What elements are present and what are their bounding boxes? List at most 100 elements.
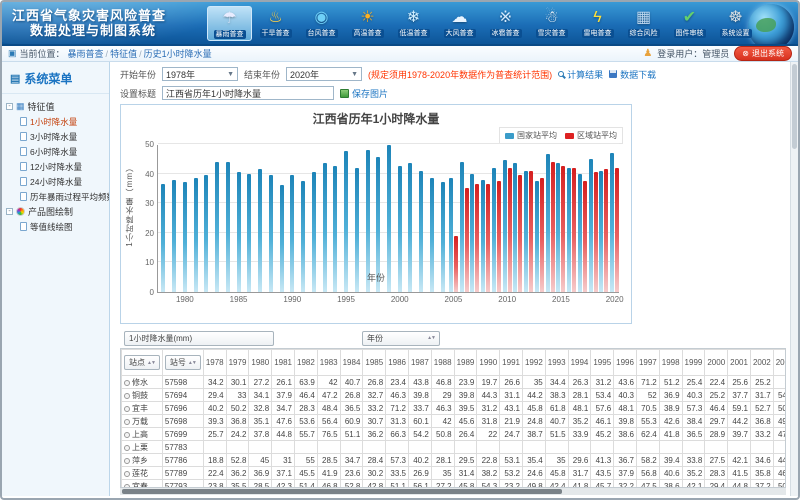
legend-item-regional[interactable]: 区域站平均 — [565, 130, 617, 141]
legend-item-national[interactable]: 国家站平均 — [505, 130, 557, 141]
year-column-header[interactable]: 2000 — [705, 350, 728, 376]
set-title-label: 设置标题 — [120, 87, 156, 100]
year-column-header[interactable]: 1983 — [317, 350, 340, 376]
year-column-header[interactable]: 1991 — [500, 350, 523, 376]
year-column-header[interactable]: 1993 — [545, 350, 568, 376]
year-column-header[interactable]: 1999 — [682, 350, 705, 376]
tree-item-24小时降水量[interactable]: 24小时降水量 — [6, 174, 109, 189]
nav-item-typhoon[interactable]: ◉台风普查 — [299, 6, 344, 41]
nav-item-hail[interactable]: ※冰雹普查 — [483, 6, 528, 41]
row-radio[interactable] — [124, 419, 130, 425]
value-cell: 38.2 — [477, 467, 500, 480]
table-row: 上栗57783 — [122, 441, 787, 454]
tree-item-12小时降水量[interactable]: 12小时降水量 — [6, 159, 109, 174]
horizontal-scrollbar-thumb[interactable] — [122, 489, 562, 494]
year-column-header[interactable]: 1996 — [614, 350, 637, 376]
row-radio[interactable] — [124, 406, 130, 412]
horizontal-scrollbar[interactable] — [120, 488, 786, 495]
x-tick-label: 1995 — [331, 295, 361, 304]
year-column-header[interactable]: 1990 — [477, 350, 500, 376]
vertical-scrollbar[interactable] — [790, 62, 798, 496]
nav-item-gale[interactable]: ☁大风普查 — [437, 6, 482, 41]
year-column-header[interactable]: 1995 — [591, 350, 614, 376]
chart-title-input[interactable] — [162, 86, 334, 100]
measure-selector[interactable]: 1小时降水量(mm) — [124, 331, 274, 346]
row-radio[interactable] — [124, 393, 130, 399]
grid-icon: ▦ — [16, 101, 25, 112]
year-column-header[interactable]: 1980 — [249, 350, 272, 376]
save-image-button[interactable]: 保存图片 — [340, 87, 388, 100]
station-sort-button[interactable]: 站点▲▼ — [124, 355, 160, 370]
year-column-header[interactable]: 1985 — [363, 350, 386, 376]
year-column-header[interactable]: 1988 — [431, 350, 454, 376]
year-column-header[interactable]: 1978 — [203, 350, 226, 376]
logout-button[interactable]: ⊗退出系统 — [734, 46, 792, 61]
value-cell: 27.5 — [705, 454, 728, 467]
year-column-header[interactable]: 1979 — [226, 350, 249, 376]
start-year-select[interactable]: 1978年▼ — [162, 67, 238, 81]
breadcrumb-item[interactable]: 暴雨普查 — [68, 49, 104, 59]
year-column-header[interactable]: 1981 — [272, 350, 295, 376]
value-cell: 54.2 — [408, 428, 431, 441]
tree-item-3小时降水量[interactable]: 3小时降水量 — [6, 129, 109, 144]
nav-item-composite-risk[interactable]: ▦综合风险 — [621, 6, 666, 41]
value-cell: 49.8 — [522, 480, 545, 489]
value-cell: 51.4 — [295, 480, 318, 489]
nav-item-drought[interactable]: ♨干旱普查 — [253, 6, 298, 41]
tree-item-等值线绘图[interactable]: 等值线绘图 — [6, 219, 109, 234]
download-button[interactable]: 数据下载 — [609, 68, 656, 81]
toolbar-row-years: 开始年份 1978年▼ 结束年份 2020年▼ (规定须用1978-2020年数… — [120, 66, 790, 82]
year-column-header[interactable]: 1998 — [659, 350, 682, 376]
row-radio[interactable] — [124, 445, 130, 451]
year-column-header[interactable]: 1984 — [340, 350, 363, 376]
value-cell: 46.8 — [317, 480, 340, 489]
nav-item-snow[interactable]: ☃雪灾普查 — [529, 6, 574, 41]
calculate-button[interactable]: 计算结果 — [558, 68, 603, 81]
value-cell: 28.1 — [568, 389, 591, 402]
year-sort-button[interactable]: 年份▲▼ — [362, 331, 440, 346]
tree-item-特征值[interactable]: -▦特征值 — [6, 99, 109, 114]
breadcrumb-item[interactable]: 特征值 — [110, 49, 137, 59]
y-tick-label: 20 — [136, 229, 154, 238]
value-cell: 26.9 — [408, 467, 431, 480]
year-column-header[interactable]: 1982 — [295, 350, 318, 376]
year-column-header[interactable]: 2002 — [750, 350, 773, 376]
row-radio[interactable] — [124, 432, 130, 438]
breadcrumb-item[interactable]: 历史1小时降水量 — [144, 49, 212, 59]
nav-item-rainstorm[interactable]: ☂暴雨普查 — [207, 6, 252, 41]
year-column-header[interactable]: 2003 — [773, 350, 786, 376]
value-cell: 60.1 — [408, 415, 431, 428]
row-radio[interactable] — [124, 380, 130, 386]
range-note: (规定须用1978-2020年数据作为普查统计范围) — [368, 68, 552, 81]
tree-item-产品图绘制[interactable]: -产品图绘制 — [6, 204, 109, 219]
nav-label: 雪灾普查 — [536, 29, 568, 38]
breadcrumb-separator: / — [139, 49, 142, 59]
tree-item-6小时降水量[interactable]: 6小时降水量 — [6, 144, 109, 159]
row-radio[interactable] — [124, 458, 130, 464]
nav-item-lightning[interactable]: ϟ雷电普查 — [575, 6, 620, 41]
nav-item-map-review[interactable]: ✔图件审核 — [667, 6, 712, 41]
year-column-header[interactable]: 1992 — [522, 350, 545, 376]
user-icon: ♟ — [643, 48, 652, 59]
tree-toggle-icon[interactable]: - — [6, 103, 13, 110]
nav-label: 干旱普查 — [260, 29, 292, 38]
end-year-select[interactable]: 2020年▼ — [286, 67, 362, 81]
nav-item-high-temp[interactable]: ☀高温普查 — [345, 6, 390, 41]
row-radio[interactable] — [124, 471, 130, 477]
tree-item-1小时降水量[interactable]: 1小时降水量 — [6, 114, 109, 129]
nav-item-low-temp[interactable]: ❄低温普查 — [391, 6, 436, 41]
tree-item-历年暴雨过程平均频数[interactable]: 历年暴雨过程平均频数 — [6, 189, 109, 204]
vertical-scrollbar-thumb[interactable] — [792, 64, 797, 149]
year-column-header[interactable]: 1997 — [636, 350, 659, 376]
value-cell: 50.2 — [226, 402, 249, 415]
year-column-header[interactable]: 1989 — [454, 350, 477, 376]
tree-item-label: 等值线绘图 — [30, 221, 73, 233]
station-id-sort-button[interactable]: 站号▲▼ — [165, 355, 201, 370]
year-column-header[interactable]: 2001 — [728, 350, 751, 376]
year-column-header[interactable]: 1986 — [386, 350, 409, 376]
tree-toggle-icon[interactable]: - — [6, 208, 13, 215]
station-id-cell: 57694 — [162, 389, 203, 402]
year-column-header[interactable]: 1994 — [568, 350, 591, 376]
nav-item-settings[interactable]: ☸系统设置 — [713, 6, 758, 41]
year-column-header[interactable]: 1987 — [408, 350, 431, 376]
